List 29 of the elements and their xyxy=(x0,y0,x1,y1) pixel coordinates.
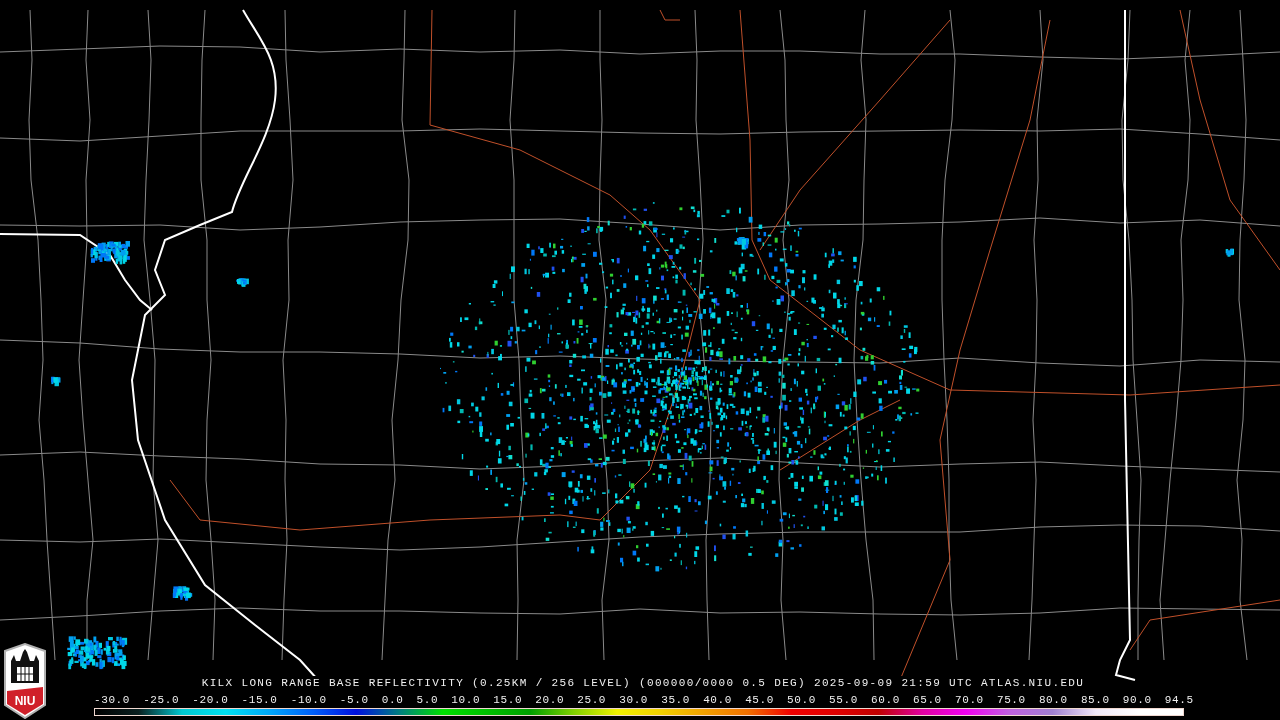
scale-label: 45.0 xyxy=(745,694,774,706)
scale-label: 85.0 xyxy=(1080,694,1110,706)
logo-text: NIU xyxy=(13,695,37,708)
scale-label: -25.0 xyxy=(143,694,180,706)
scale-label: 0.0 xyxy=(381,694,404,706)
scale-label: 90.0 xyxy=(1122,694,1152,706)
scale-label: -20.0 xyxy=(192,694,229,706)
scale-label: 30.0 xyxy=(619,694,649,706)
scale-label: 10.0 xyxy=(451,694,481,706)
product-caption: KILX LONG RANGE BASE REFLECTIVITY (0.25KM / 256 LEVEL) (000000/0000 0.5 DEG) 2025-09-09 21:59 UTC ATLAS.NIU.EDU xyxy=(201,676,1085,690)
scale-label: 35.0 xyxy=(661,694,690,706)
scale-label: 55.0 xyxy=(829,694,858,706)
scale-label: 50.0 xyxy=(787,694,816,706)
scale-label: 15.0 xyxy=(493,694,523,706)
scale-label: 80.0 xyxy=(1038,694,1068,706)
scale-label: 70.0 xyxy=(955,694,984,706)
scale-label: 75.0 xyxy=(996,694,1026,706)
scale-label: 20.0 xyxy=(535,694,565,706)
scale-label: -10.0 xyxy=(290,694,327,706)
shield-tower-icon xyxy=(3,643,47,719)
scale-label: 5.0 xyxy=(416,694,439,706)
scale-label: 94.5 xyxy=(1164,694,1194,706)
scale-label: 65.0 xyxy=(913,694,942,706)
scale-label: -30.0 xyxy=(94,694,130,706)
scale-label: 60.0 xyxy=(871,694,900,706)
scale-label: 40.0 xyxy=(703,694,732,706)
scale-label: -15.0 xyxy=(241,694,278,706)
scale-label: 25.0 xyxy=(577,694,607,706)
scale-label: -5.0 xyxy=(339,694,369,706)
